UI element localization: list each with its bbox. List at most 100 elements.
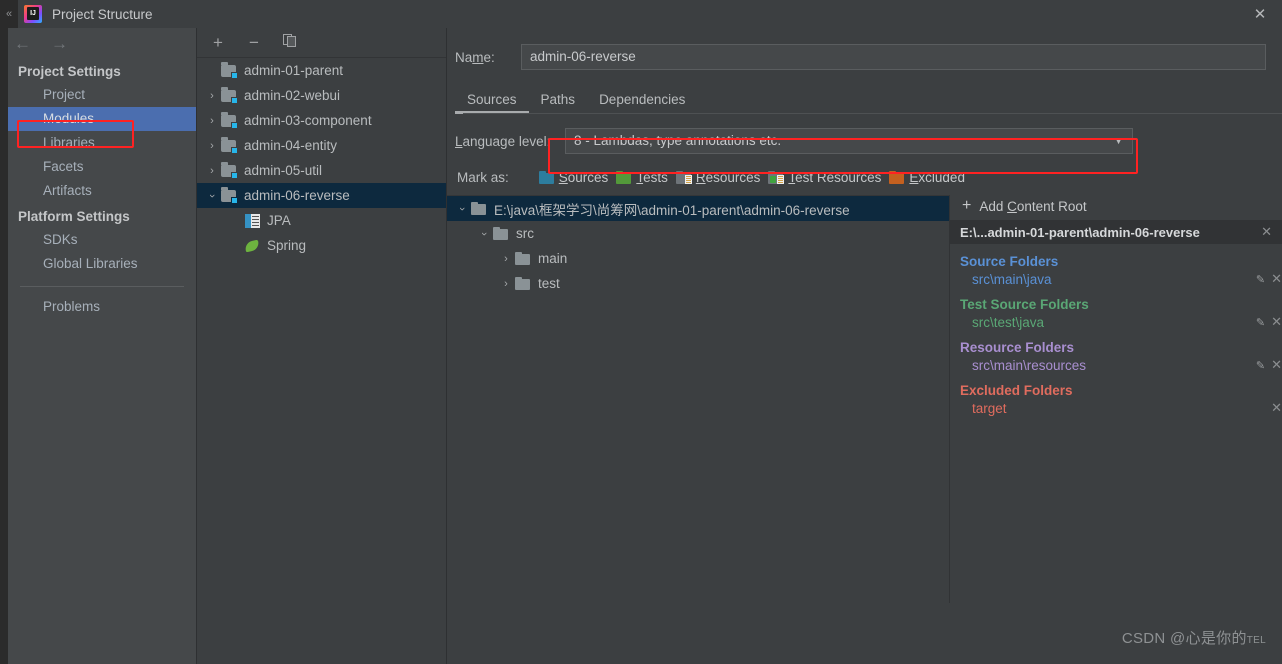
- module-list-panel: + − › admin-01-parent › admin-02-webui ›…: [196, 28, 446, 664]
- jpa-icon: [245, 213, 260, 228]
- sidebar-item-artifacts[interactable]: Artifacts: [8, 179, 196, 203]
- edit-icon[interactable]: ✎: [1256, 316, 1265, 329]
- mark-as-resources-label: Resources: [695, 170, 761, 185]
- sidebar-item-facets[interactable]: Facets: [8, 155, 196, 179]
- watermark-text: CSDN @心是你的: [1121, 630, 1247, 647]
- sidebar-item-global-libraries[interactable]: Global Libraries: [8, 252, 196, 276]
- language-level-dropdown[interactable]: 8 - Lambdas, type annotations etc. ▼: [565, 128, 1133, 154]
- content-root-header-path: E:\...admin-01-parent\admin-06-reverse: [960, 224, 1200, 240]
- chevron-down-icon[interactable]: ›: [456, 200, 468, 218]
- module-row-admin-02-webui[interactable]: › admin-02-webui: [197, 83, 446, 108]
- chevron-down-icon[interactable]: ›: [478, 225, 490, 243]
- content-root-tree: › E:\java\框架学习\尚筹网\admin-01-parent\admin…: [447, 195, 949, 603]
- test-source-folders-title: Test Source Folders: [960, 297, 1089, 312]
- mark-as-excluded-button[interactable]: Excluded: [889, 170, 965, 185]
- plus-icon: +: [962, 197, 972, 214]
- test-source-folders-group: Test Source Folders src\test\java ✎ ✕: [950, 287, 1282, 330]
- module-row-admin-04-entity[interactable]: › admin-04-entity: [197, 133, 446, 158]
- edit-icon[interactable]: ✎: [1256, 273, 1265, 286]
- sources-split: › E:\java\框架学习\尚筹网\admin-01-parent\admin…: [447, 195, 1282, 603]
- remove-icon[interactable]: ✕: [1271, 271, 1282, 287]
- module-row-admin-05-util[interactable]: › admin-05-util: [197, 158, 446, 183]
- test-resources-folder-icon: [768, 170, 785, 184]
- test-source-folder-entry[interactable]: src\test\java ✎ ✕: [960, 314, 1282, 330]
- remove-icon[interactable]: ✕: [1271, 314, 1282, 330]
- module-name-input[interactable]: admin-06-reverse: [521, 44, 1266, 70]
- remove-content-root-icon[interactable]: ✕: [1261, 224, 1272, 240]
- module-folder-icon: [221, 137, 238, 154]
- add-module-button[interactable]: +: [209, 34, 227, 51]
- back-arrow-icon[interactable]: ←: [14, 35, 31, 52]
- excluded-folder-icon: [889, 170, 905, 184]
- sidebar-item-project[interactable]: Project: [8, 83, 196, 107]
- module-label: admin-04-entity: [244, 138, 338, 153]
- sidebar-item-sdks[interactable]: SDKs: [8, 228, 196, 252]
- module-label: admin-06-reverse: [244, 188, 350, 203]
- folder-icon: [471, 201, 486, 215]
- sidebar-item-problems[interactable]: Problems: [8, 295, 196, 319]
- sidebar-group-project-settings: Project Settings: [18, 64, 121, 79]
- tree-row-label: test: [538, 276, 560, 291]
- chevron-right-icon[interactable]: ›: [203, 115, 221, 127]
- tab-paths[interactable]: Paths: [529, 92, 588, 114]
- module-label: admin-05-util: [244, 163, 323, 178]
- sidebar-group-platform-settings: Platform Settings: [18, 209, 130, 224]
- add-content-root-button[interactable]: + Add Content Root: [950, 195, 1282, 220]
- remove-module-button[interactable]: −: [245, 34, 263, 51]
- tab-sources[interactable]: Sources: [455, 92, 529, 114]
- facet-row-spring[interactable]: Spring: [197, 233, 446, 258]
- remove-icon[interactable]: ✕: [1271, 400, 1282, 416]
- excluded-folder-entry[interactable]: target ✕: [960, 400, 1282, 416]
- content-root-row[interactable]: › E:\java\框架学习\尚筹网\admin-01-parent\admin…: [447, 196, 949, 221]
- content-root-path-label: E:\java\框架学习\尚筹网\admin-01-parent\admin-0…: [494, 202, 850, 218]
- mark-as-test-resources-button[interactable]: Test Resources: [768, 170, 881, 185]
- mark-as-tests-label: Tests: [636, 170, 668, 185]
- source-folder-entry[interactable]: src\main\java ✎ ✕: [960, 271, 1282, 287]
- sidebar-divider: [20, 286, 184, 287]
- mark-as-resources-button[interactable]: Resources: [675, 170, 761, 185]
- tree-row-main[interactable]: › main: [447, 246, 949, 271]
- chevron-right-icon[interactable]: ›: [497, 278, 515, 290]
- tab-dependencies[interactable]: Dependencies: [587, 92, 697, 114]
- chevron-down-icon: ▼: [1114, 136, 1123, 146]
- source-folder-path: src\main\java: [972, 272, 1250, 287]
- chevron-right-icon[interactable]: ›: [203, 140, 221, 152]
- facet-row-jpa[interactable]: JPA: [197, 208, 446, 233]
- chevron-right-icon[interactable]: ›: [203, 90, 221, 102]
- resource-folders-group: Resource Folders src\main\resources ✎ ✕: [950, 330, 1282, 373]
- excluded-folders-group: Excluded Folders target ✕: [950, 373, 1282, 416]
- resource-folder-entry[interactable]: src\main\resources ✎ ✕: [960, 357, 1282, 373]
- test-source-folder-path: src\test\java: [972, 315, 1250, 330]
- watermark-suffix: TEL: [1246, 635, 1266, 646]
- mark-as-sources-label: Sources: [558, 170, 609, 185]
- settings-sidebar: ← → Project Settings Project Modules Lib…: [8, 28, 196, 664]
- chevron-right-icon[interactable]: ›: [497, 253, 515, 265]
- module-row-admin-01-parent[interactable]: › admin-01-parent: [197, 58, 446, 83]
- module-toolbar: + −: [197, 28, 446, 58]
- language-level-label: Language level:: [455, 133, 551, 149]
- module-row-admin-03-component[interactable]: › admin-03-component: [197, 108, 446, 133]
- copy-module-button[interactable]: [281, 34, 299, 51]
- remove-icon[interactable]: ✕: [1271, 357, 1282, 373]
- left-gutter: [0, 28, 8, 664]
- edit-icon[interactable]: ✎: [1256, 359, 1265, 372]
- spring-leaf-icon: [245, 239, 260, 253]
- module-row-admin-06-reverse[interactable]: › admin-06-reverse: [197, 183, 446, 208]
- resource-folder-path: src\main\resources: [972, 358, 1250, 373]
- mark-as-label: Mark as:: [457, 170, 509, 185]
- mark-as-tests-button[interactable]: Tests: [616, 170, 668, 185]
- intellij-idea-icon: [24, 5, 42, 23]
- sidebar-item-libraries[interactable]: Libraries: [8, 131, 196, 155]
- chevron-down-icon[interactable]: ›: [206, 187, 218, 205]
- sidebar-item-modules[interactable]: Modules: [8, 107, 196, 131]
- project-structure-dialog: « Project Structure ✕ ← → Project Settin…: [0, 0, 1282, 664]
- sources-folder-icon: [538, 170, 554, 184]
- forward-arrow-icon[interactable]: →: [51, 35, 68, 52]
- window-title: Project Structure: [52, 6, 153, 22]
- close-icon[interactable]: ✕: [1238, 0, 1282, 28]
- title-bar: « Project Structure ✕: [0, 0, 1282, 28]
- mark-as-sources-button[interactable]: Sources: [538, 170, 609, 185]
- tree-row-test[interactable]: › test: [447, 271, 949, 296]
- tree-row-src[interactable]: › src: [447, 221, 949, 246]
- chevron-right-icon[interactable]: ›: [203, 165, 221, 177]
